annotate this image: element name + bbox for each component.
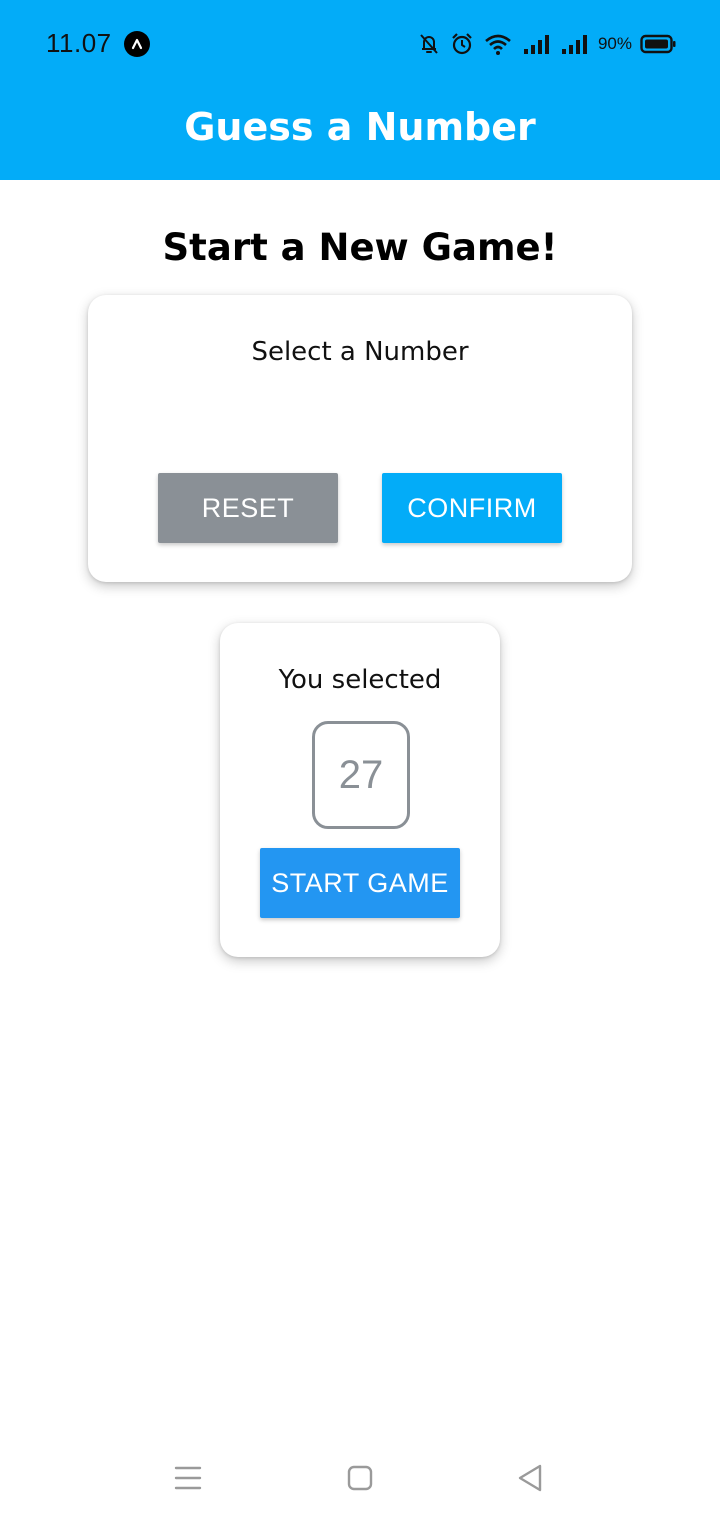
system-nav-bar bbox=[0, 1440, 720, 1520]
signal-icon bbox=[523, 35, 549, 54]
menu-icon[interactable] bbox=[168, 1458, 208, 1498]
alarm-icon bbox=[452, 33, 472, 55]
confirm-button[interactable]: CONFIRM bbox=[382, 473, 562, 543]
page-title: Start a New Game! bbox=[162, 226, 558, 269]
back-icon[interactable] bbox=[510, 1458, 550, 1498]
selected-number-card: You selected 27 START GAME bbox=[220, 623, 500, 957]
status-time: 11.07 bbox=[46, 28, 112, 58]
number-input-card: Select a Number RESET CONFIRM bbox=[88, 295, 632, 747]
app-header: 11.07 90% Guess a Number bbox=[0, 0, 720, 180]
app-notification-icon bbox=[124, 31, 150, 57]
app-title: Guess a Number bbox=[184, 105, 536, 149]
start-game-button[interactable]: START GAME bbox=[260, 848, 460, 918]
bell-off-icon bbox=[420, 34, 438, 54]
battery-icon bbox=[640, 34, 676, 54]
you-selected-label: You selected bbox=[278, 665, 442, 695]
status-icons: 90% bbox=[418, 30, 676, 58]
battery-percent: 90% bbox=[597, 34, 632, 53]
home-icon[interactable] bbox=[340, 1458, 380, 1498]
wifi-icon bbox=[485, 34, 511, 55]
selected-number: 27 bbox=[312, 721, 410, 829]
reset-button[interactable]: RESET bbox=[158, 473, 338, 543]
signal-icon bbox=[561, 35, 587, 54]
select-number-label: Select a Number bbox=[251, 337, 469, 367]
